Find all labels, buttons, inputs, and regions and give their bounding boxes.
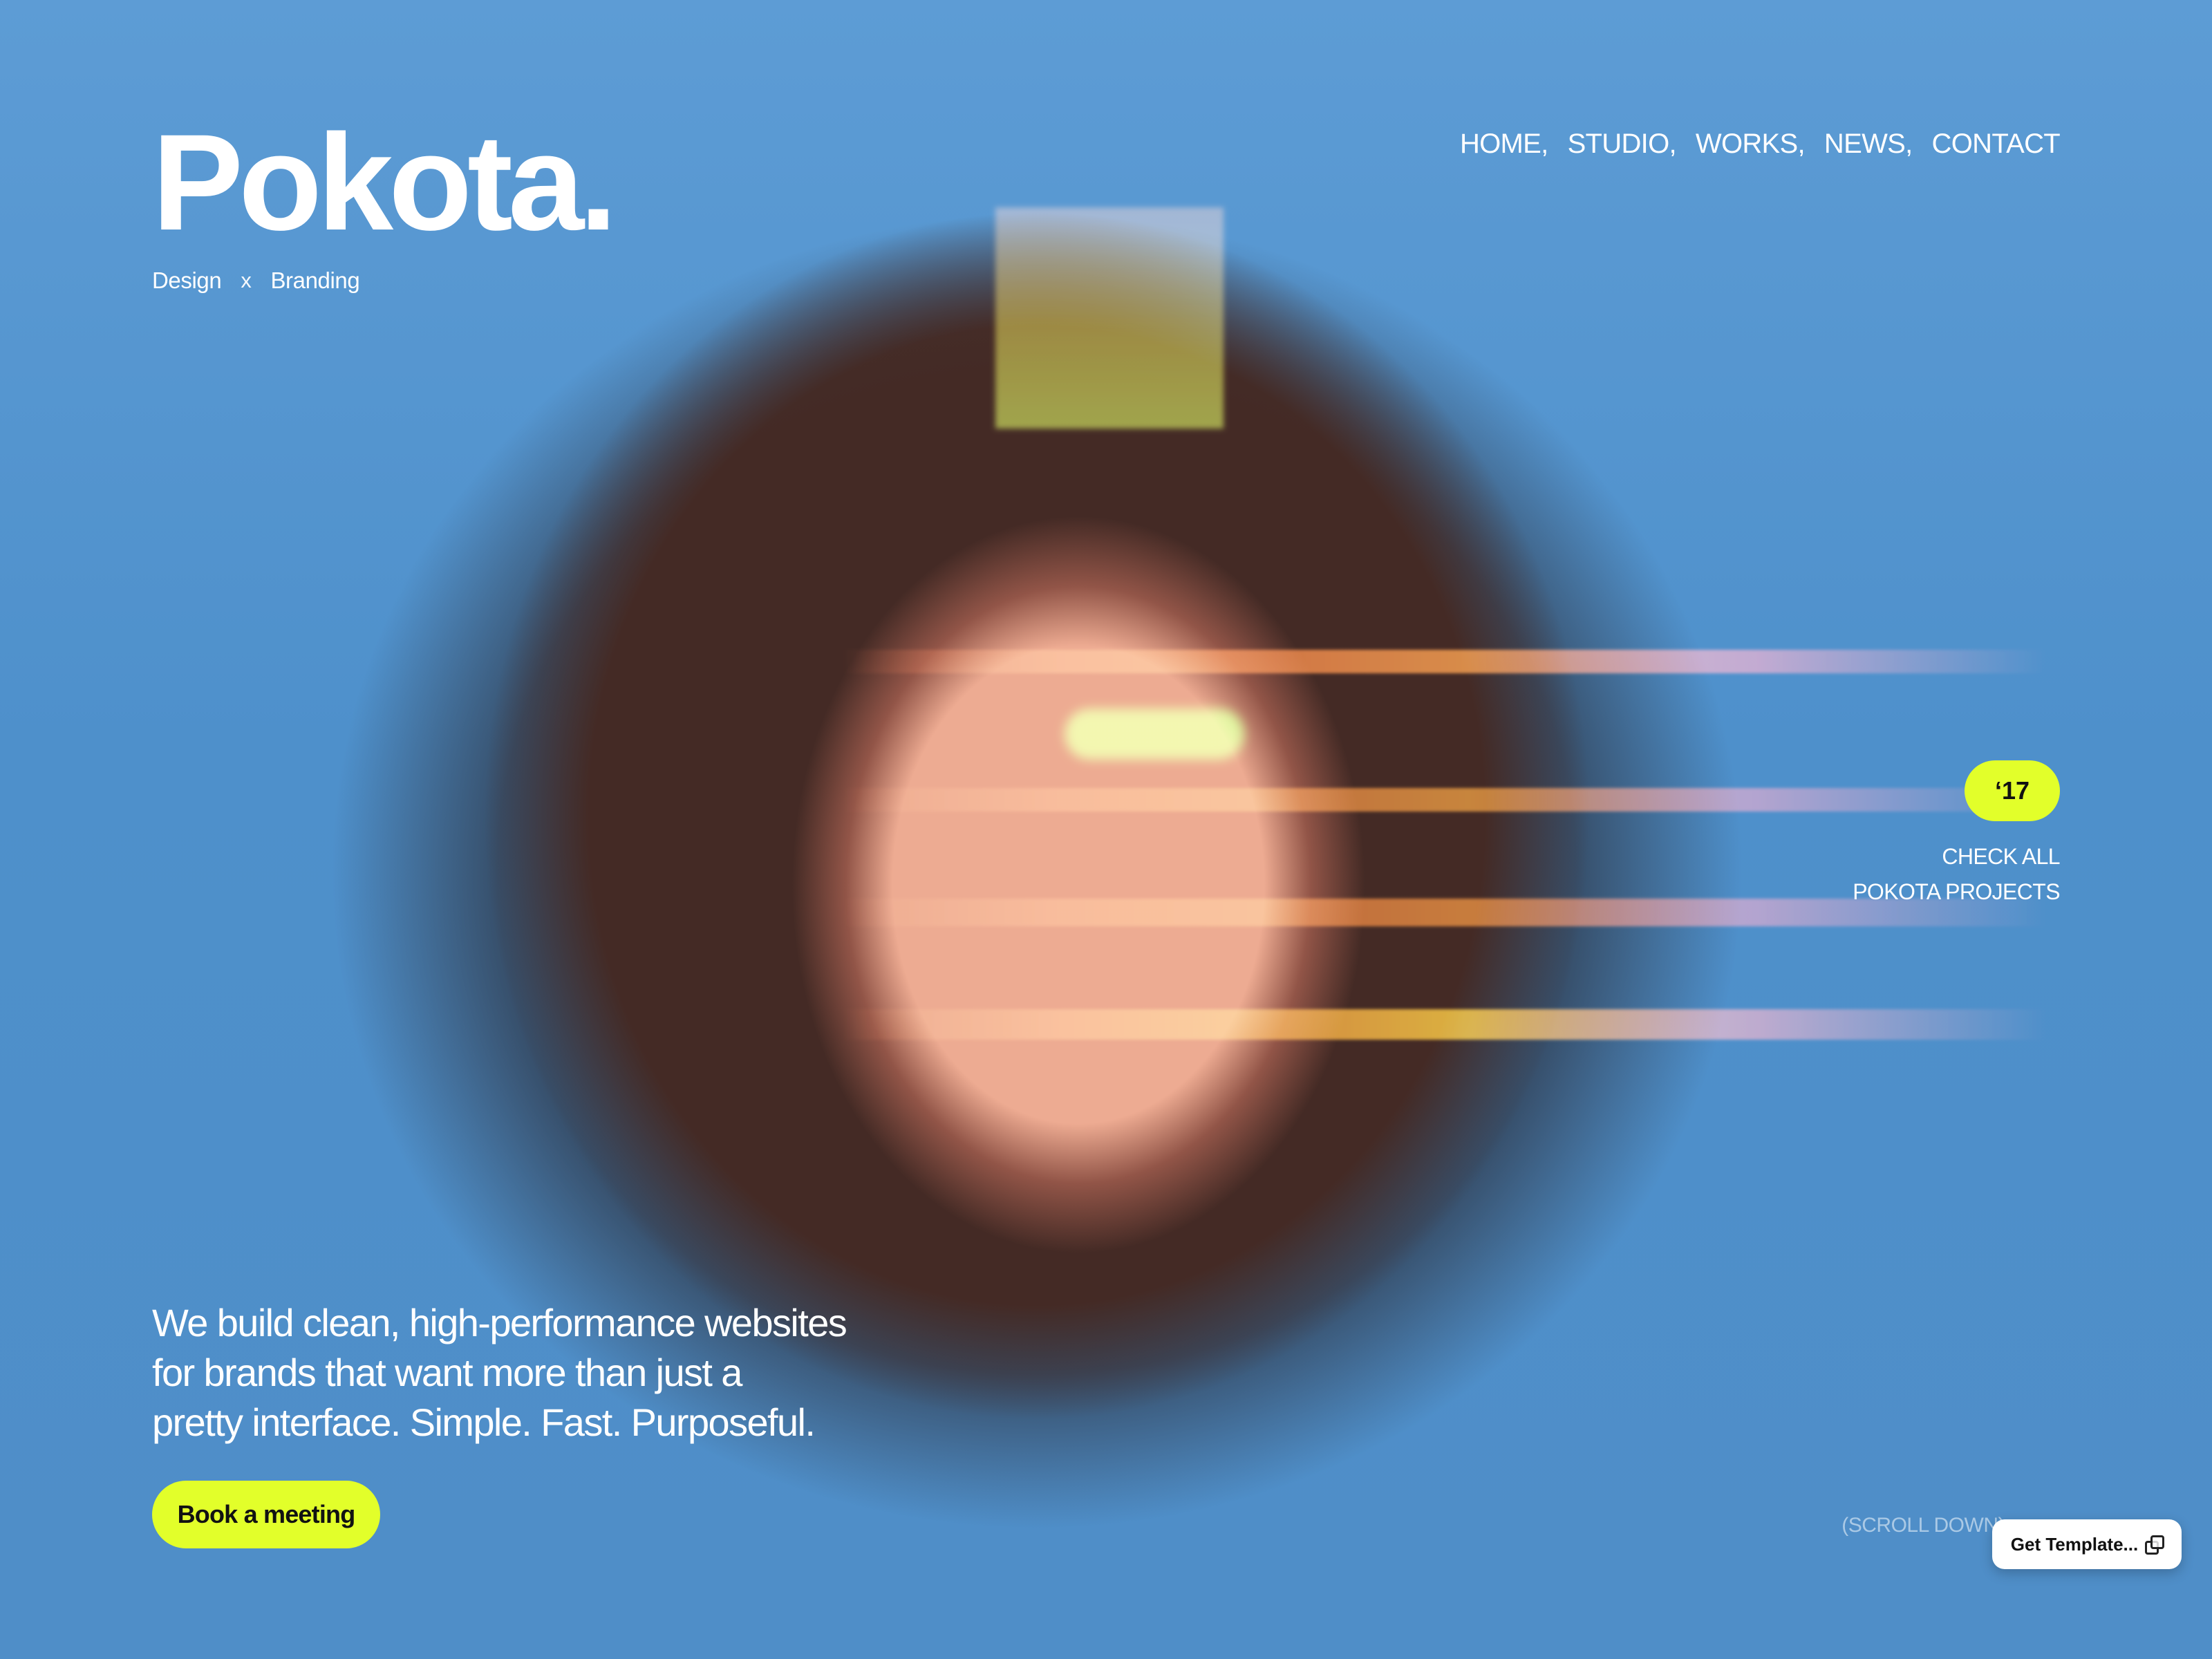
- projects-link[interactable]: CHECK ALL POKOTA PROJECTS: [1853, 839, 2060, 909]
- projects-link-line-1: CHECK ALL: [1942, 844, 2060, 869]
- book-meeting-button[interactable]: Book a meeting: [152, 1481, 380, 1548]
- hero-copy-line-3: pretty interface. Simple. Fast. Purposef…: [152, 1400, 816, 1445]
- nav-works-link[interactable]: WORKS,: [1696, 130, 1806, 158]
- project-count-badge[interactable]: ‘17: [1965, 760, 2060, 821]
- brand-tagline-branding: Branding: [270, 268, 360, 293]
- nav-news-link[interactable]: NEWS,: [1824, 130, 1913, 158]
- nav-contact-link[interactable]: CONTACT: [1932, 130, 2061, 158]
- hero-copy: We build clean, high-performance website…: [152, 1298, 926, 1448]
- brand-tagline-design: Design: [152, 268, 222, 293]
- site-logo[interactable]: Pokota.: [152, 114, 617, 251]
- hero-light-spot: [995, 207, 1224, 429]
- projects-link-line-2: POKOTA PROJECTS: [1853, 879, 2060, 904]
- hero-copy-line-1: We build clean, high-performance website…: [152, 1301, 847, 1344]
- homepage: Pokota. Design x Branding HOME, STUDIO, …: [0, 0, 2212, 1659]
- template-copy-icon: [2145, 1535, 2165, 1555]
- get-template-label: Get Template...: [2010, 1533, 2139, 1555]
- nav-studio-link[interactable]: STUDIO,: [1568, 130, 1677, 158]
- brand-block: Pokota. Design x Branding: [152, 114, 617, 294]
- scroll-down-text: (SCROLL DOWN): [1841, 1514, 2005, 1537]
- hero-green-glow: [1065, 709, 1244, 760]
- get-template-button[interactable]: Get Template...: [1992, 1519, 2182, 1569]
- main-nav: HOME, STUDIO, WORKS, NEWS, CONTACT: [1460, 130, 2061, 158]
- hero-copy-line-2: for brands that want more than just a: [152, 1351, 742, 1395]
- nav-home-link[interactable]: HOME,: [1460, 130, 1548, 158]
- hero-light-stripes: [843, 650, 2046, 1175]
- brand-tagline-separator: x: [241, 268, 252, 292]
- brand-tagline: Design x Branding: [152, 268, 612, 294]
